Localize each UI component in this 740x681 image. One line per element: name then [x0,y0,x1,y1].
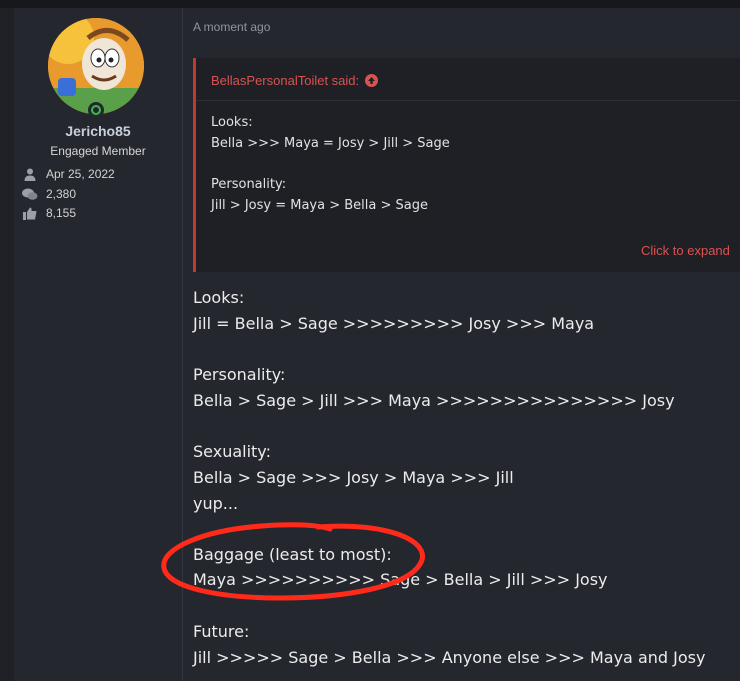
quote-author[interactable]: BellasPersonalToilet said: [211,73,359,88]
post-body-line: Bella > Sage > Jill >>> Maya >>>>>>>>>>>… [193,391,675,410]
post-content-panel: A moment ago BellasPersonalToilet said: … [183,8,740,681]
quote-line: Bella >>> Maya = Josy > Jill > Sage [211,136,450,151]
reactions-count: 8,155 [46,206,77,220]
thumbs-up-icon [22,206,38,220]
page-gutter [0,8,14,681]
post-body-line: Baggage (least to most): [193,545,392,564]
top-bar [0,0,740,8]
online-status-icon [88,102,104,118]
reactions-stat: 8,155 [22,205,76,221]
joined-date: Apr 25, 2022 [46,167,115,181]
joined-stat: Apr 25, 2022 [22,166,115,182]
messages-stat: 2,380 [22,186,76,202]
post-body-line: Personality: [193,365,286,384]
post-body-line: Future: [193,622,250,641]
post-body-line: Bella > Sage >>> Josy > Maya >>> Jill [193,468,514,487]
user-title: Engaged Member [50,144,146,158]
username[interactable]: Jericho85 [14,123,182,139]
quote-line: Jill > Josy = Maya > Bella > Sage [211,198,428,213]
post-body-line: Jill = Bella > Sage >>>>>>>>> Josy >>> M… [193,314,595,333]
comments-icon [22,187,38,201]
post-body-line: Maya >>>>>>>>>> Sage > Bella > Jill >>> … [193,570,608,589]
quote-line: Looks: [211,115,253,130]
messages-count: 2,380 [46,187,77,201]
post-body-line: yup... [193,494,239,513]
user-info-panel: Jericho85 Engaged Member Apr 25, 2022 2,… [14,8,183,681]
arrow-up-circle-icon[interactable] [365,74,379,87]
user-icon [22,167,38,181]
quote-line: Personality: [211,177,287,192]
click-to-expand-link[interactable]: Click to expand [641,243,730,258]
quote-block: BellasPersonalToilet said: Looks: Bella … [193,58,740,272]
post-body-line: Jill >>>>> Sage > Bella >>> Anyone else … [193,648,706,667]
post-body-line: Looks: [193,288,245,307]
post-timestamp[interactable]: A moment ago [193,20,270,34]
post-body-line: Sexuality: [193,442,271,461]
quote-header: BellasPersonalToilet said: [196,58,740,101]
quote-author-link[interactable]: BellasPersonalToilet said: [211,73,379,88]
avatar[interactable] [48,18,144,114]
